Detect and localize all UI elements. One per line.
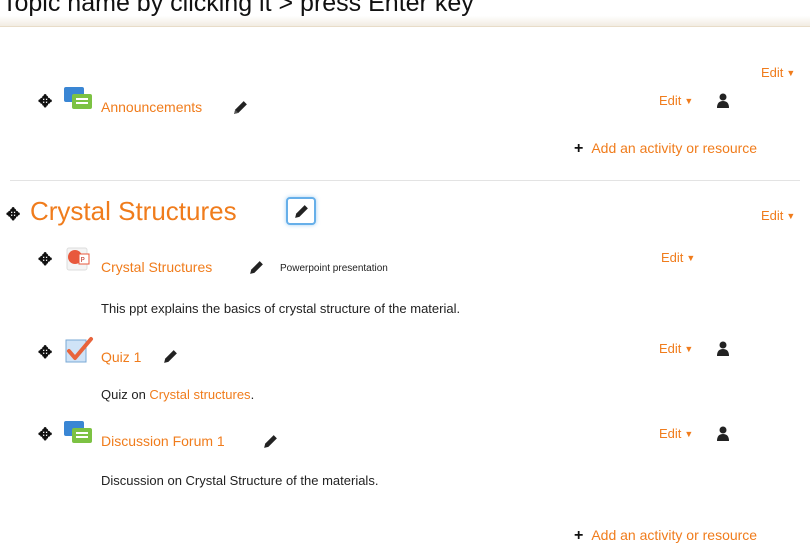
pencil-icon[interactable] (232, 99, 249, 121)
crystal-structures-link[interactable]: Crystal structures (149, 387, 250, 402)
user-icon[interactable] (716, 93, 730, 114)
description-prefix: Quiz on (101, 387, 150, 402)
instruction-banner: Topic name by clicking it > press Enter … (0, 0, 810, 27)
powerpoint-icon: P (64, 246, 92, 277)
section-title[interactable]: Crystal Structures (30, 196, 237, 227)
add-activity-label: Add an activity or resource (591, 140, 758, 156)
instruction-text: Topic name by clicking it > press Enter … (2, 0, 474, 17)
edit-label: Edit (761, 65, 784, 80)
caret-down-icon: ▼ (684, 429, 694, 439)
section-move-icon[interactable]: ✥ (6, 206, 20, 223)
section-edit-menu[interactable]: Edit ▼ (761, 65, 795, 80)
move-icon[interactable]: ✥ (38, 426, 52, 443)
add-activity-label: Add an activity or resource (591, 527, 758, 543)
activity-type-label: Powerpoint presentation (280, 263, 388, 274)
pencil-icon[interactable] (162, 348, 179, 370)
plus-icon: + (574, 140, 584, 157)
forum-icon (63, 420, 93, 451)
activity-link-announcements[interactable]: Announcements (101, 99, 202, 115)
move-icon[interactable]: ✥ (38, 251, 52, 268)
add-activity-link-top[interactable]: + Add an activity or resource (574, 140, 757, 158)
svg-text:P: P (81, 256, 85, 264)
user-icon[interactable] (716, 341, 730, 362)
pencil-icon[interactable] (262, 433, 279, 455)
pencil-icon[interactable] (248, 259, 265, 281)
activity-edit-menu[interactable]: Edit ▼ (659, 341, 693, 356)
plus-icon: + (574, 527, 584, 544)
activity-edit-menu[interactable]: Edit ▼ (659, 93, 693, 108)
activity-link-discussion-forum-1[interactable]: Discussion Forum 1 (101, 433, 225, 449)
caret-down-icon: ▼ (684, 344, 694, 354)
activity-description: Discussion on Crystal Structure of the m… (101, 473, 379, 488)
edit-label: Edit (661, 250, 684, 265)
activity-edit-menu[interactable]: Edit ▼ (659, 426, 693, 441)
edit-label: Edit (659, 341, 682, 356)
section-title-edit-button[interactable] (286, 197, 316, 225)
add-activity-link-section[interactable]: + Add an activity or resource (574, 527, 757, 545)
section-edit-menu[interactable]: Edit ▼ (761, 208, 795, 223)
edit-label: Edit (761, 208, 784, 223)
caret-down-icon: ▼ (686, 253, 696, 263)
edit-label: Edit (659, 93, 682, 108)
description-suffix: . (250, 387, 255, 402)
activity-edit-menu[interactable]: Edit ▼ (661, 250, 695, 265)
edit-label: Edit (659, 426, 682, 441)
activity-description: This ppt explains the basics of crystal … (101, 301, 461, 316)
activity-link-crystal-structures[interactable]: Crystal Structures (101, 259, 212, 275)
caret-down-icon: ▼ (786, 68, 796, 78)
move-icon[interactable]: ✥ (38, 344, 52, 361)
forum-icon (63, 86, 93, 117)
user-icon[interactable] (716, 426, 730, 447)
activity-link-quiz-1[interactable]: Quiz 1 (101, 349, 141, 365)
activity-description: Quiz on Crystal structures. (101, 387, 254, 402)
move-icon[interactable]: ✥ (38, 93, 52, 110)
section-divider (10, 180, 800, 181)
caret-down-icon: ▼ (684, 96, 694, 106)
pencil-icon (294, 204, 308, 218)
caret-down-icon: ▼ (786, 211, 796, 221)
quiz-icon (64, 336, 94, 371)
